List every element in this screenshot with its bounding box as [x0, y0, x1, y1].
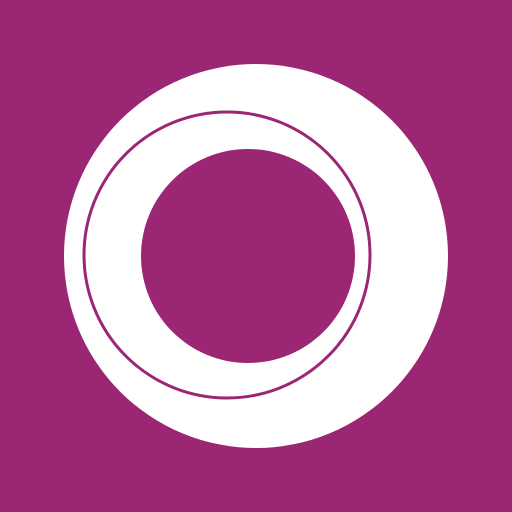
app-icon-tile	[0, 0, 512, 512]
ring-logo-icon	[64, 64, 448, 448]
inner-hole	[141, 149, 355, 363]
